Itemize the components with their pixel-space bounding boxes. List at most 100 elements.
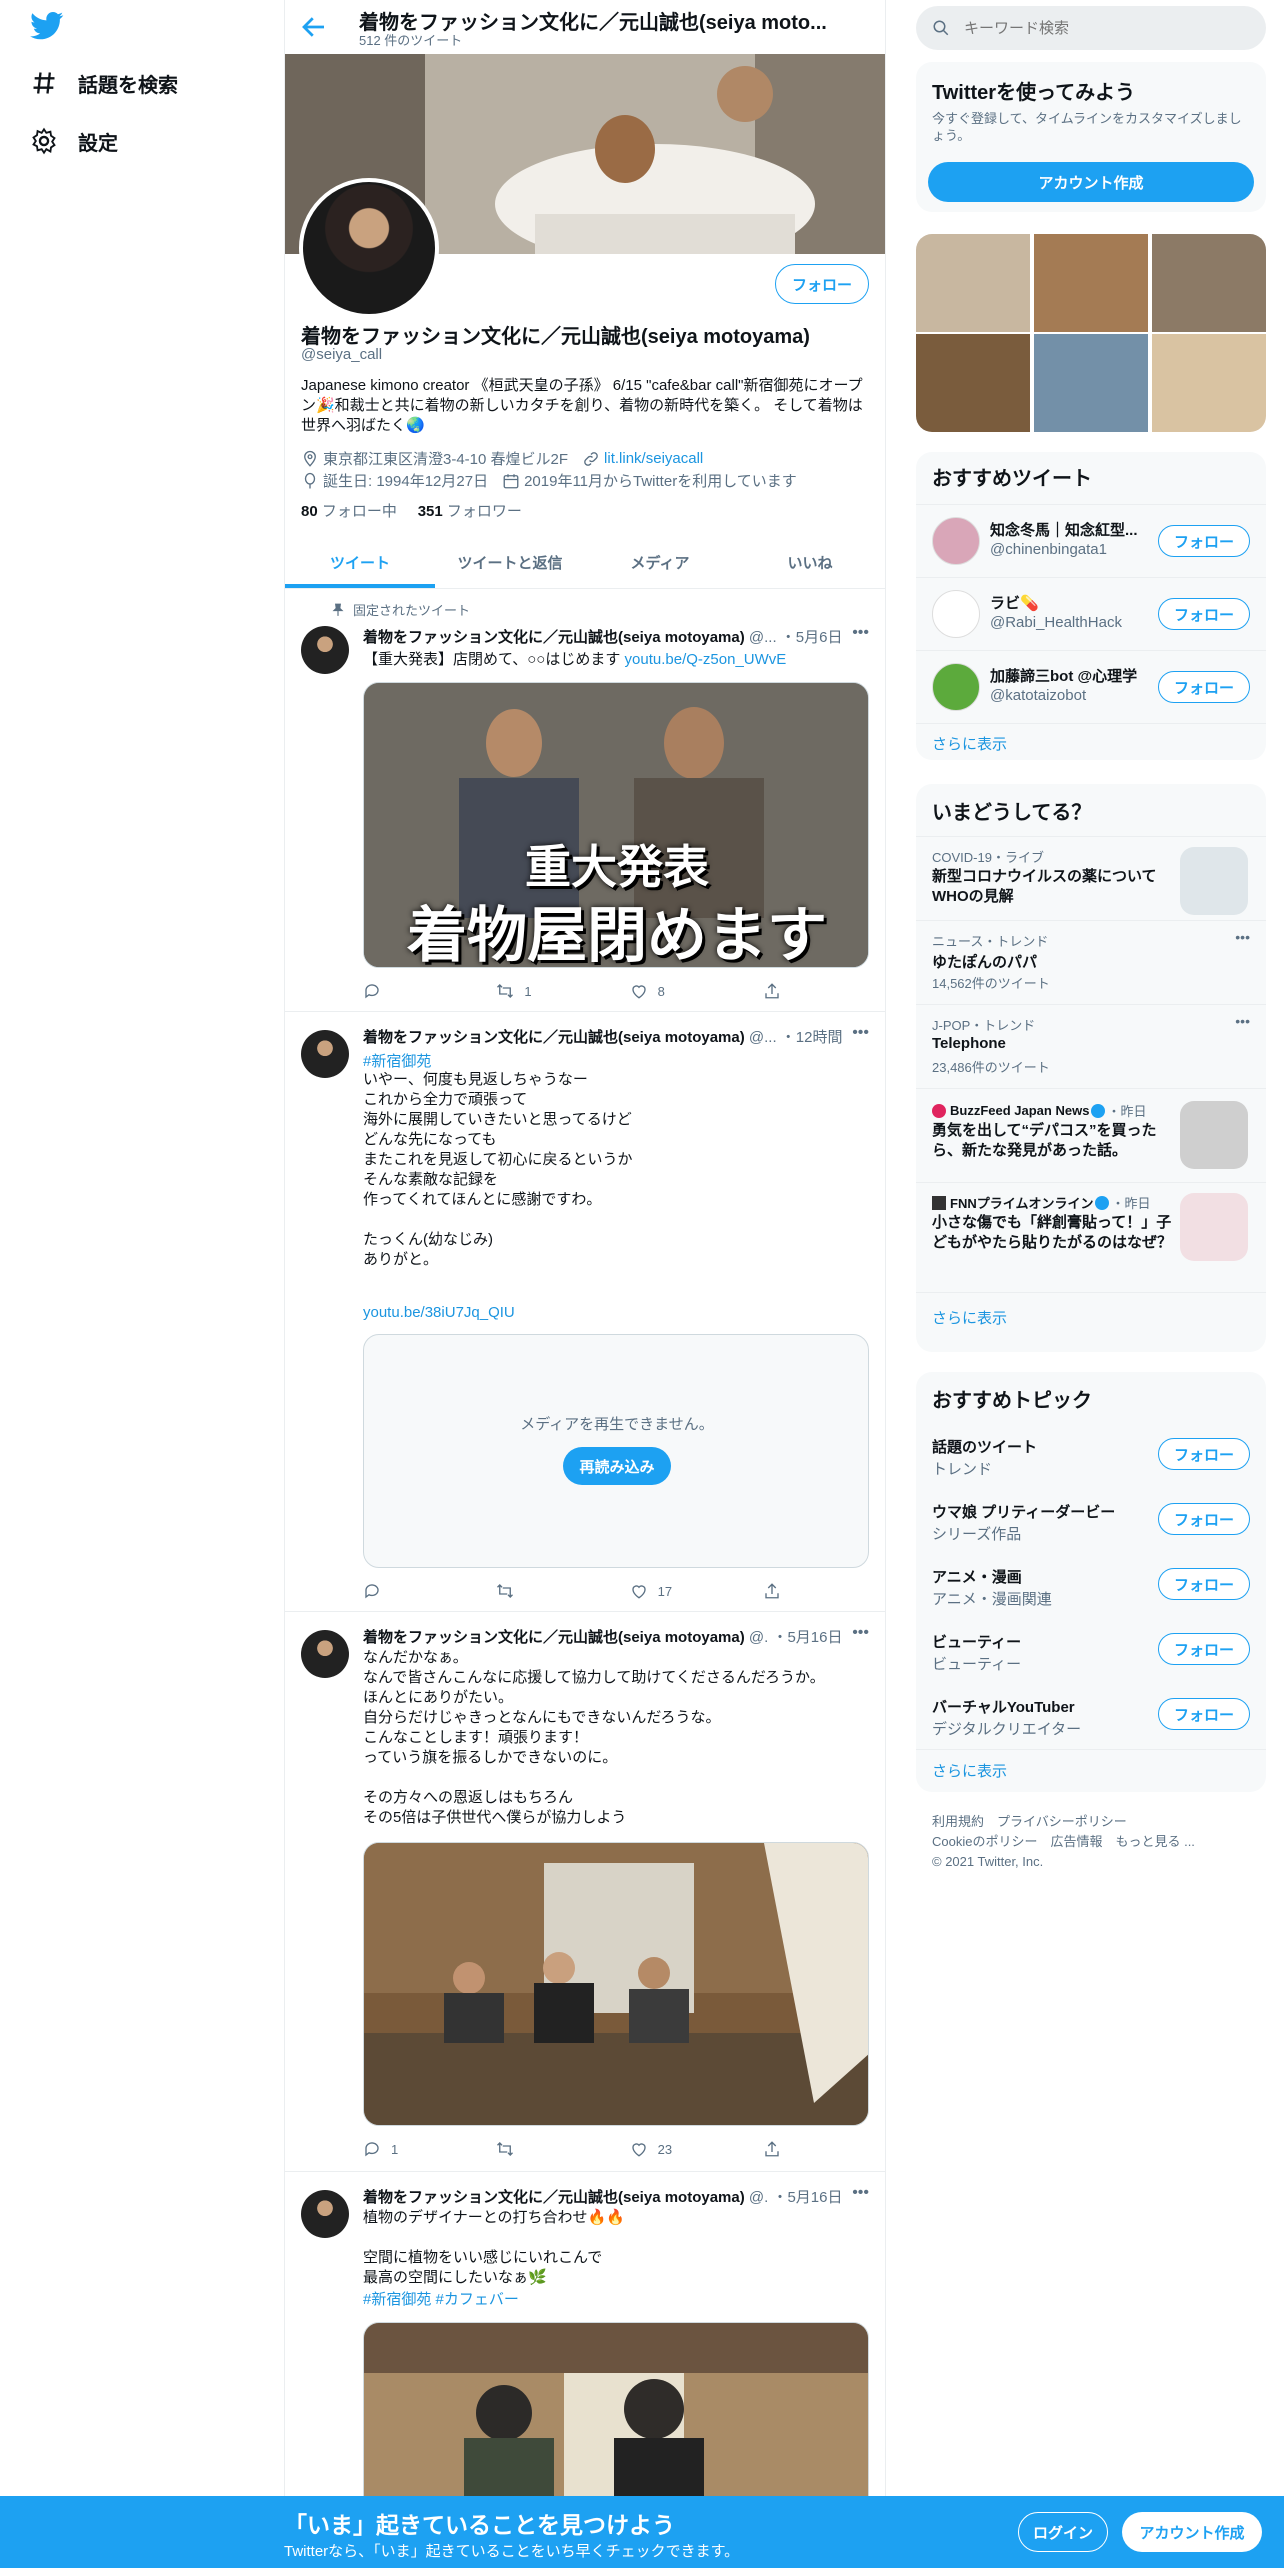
nav-settings[interactable]: 設定: [30, 116, 118, 166]
rec-user-name: 知念冬馬｜知念紅型...: [990, 522, 1138, 539]
share-button[interactable]: [763, 2140, 793, 2158]
tweet-video-thumbnail[interactable]: 重大発表 着物屋閉めます: [363, 682, 869, 968]
tweet-avatar[interactable]: [301, 2190, 349, 2238]
signup-button[interactable]: アカウント作成: [928, 162, 1254, 202]
rec-user-row[interactable]: 知念冬馬｜知念紅型... @chinenbingata1 フォロー: [916, 504, 1266, 577]
footer-line2[interactable]: Cookieのポリシー 広告情報 もっと見る ...: [932, 1832, 1195, 1852]
footer-links: 利用規約 プライバシーポリシー Cookieのポリシー 広告情報 もっと見る .…: [932, 1812, 1195, 1872]
profile-link[interactable]: lit.link/seiyacall: [604, 450, 703, 467]
tweet-avatar[interactable]: [301, 1630, 349, 1678]
follow-button[interactable]: フォロー: [1158, 671, 1250, 703]
more-icon[interactable]: •••: [1235, 1013, 1250, 1029]
retweet-button[interactable]: [496, 2140, 596, 2158]
tweet-photo[interactable]: [363, 1842, 869, 2126]
more-icon[interactable]: •••: [852, 2184, 869, 2202]
show-more-row[interactable]: さらに表示: [916, 1749, 1266, 1792]
tweet-avatar[interactable]: [301, 626, 349, 674]
rec-user-row[interactable]: ラビ💊 @Rabi_HealthHack フォロー: [916, 577, 1266, 650]
tab-likes[interactable]: いいね: [735, 536, 885, 588]
topic-item[interactable]: ビューティー ビューティー フォロー: [916, 1619, 1266, 1684]
follow-button[interactable]: フォロー: [1158, 1698, 1250, 1730]
more-icon[interactable]: •••: [852, 1624, 869, 1642]
tweet-link[interactable]: youtu.be/Q-z5on_UWvE: [625, 651, 787, 668]
tweet[interactable]: 着物をファッション文化に／元山誠也(seiya motoyama) @... ・…: [285, 1012, 885, 1612]
follow-button[interactable]: フォロー: [775, 264, 869, 304]
reply-button[interactable]: [363, 982, 463, 1000]
more-icon[interactable]: •••: [1235, 929, 1250, 945]
like-button[interactable]: 17: [630, 1582, 730, 1600]
share-button[interactable]: [763, 982, 793, 1000]
tweet[interactable]: 着物をファッション文化に／元山誠也(seiya motoyama) @. ・5月…: [285, 2172, 885, 2522]
rec-user-handle: @chinenbingata1: [990, 541, 1107, 558]
share-button[interactable]: [763, 1582, 793, 1600]
location-icon: [304, 450, 316, 467]
retweet-button[interactable]: [496, 1582, 596, 1600]
search-box[interactable]: [916, 6, 1266, 50]
trend-meta: BuzzFeed Japan News ・昨日: [932, 1101, 1146, 1120]
trend-thumbnail: [1180, 1101, 1248, 1169]
media-thumb[interactable]: [1034, 334, 1148, 432]
media-thumb[interactable]: [1152, 334, 1266, 432]
footer-line1[interactable]: 利用規約 プライバシーポリシー: [932, 1812, 1195, 1832]
profile-tabs: ツイート ツイートと返信 メディア いいね: [285, 536, 885, 589]
trend-item[interactable]: COVID-19・ライブ 新型コロナウイルスの薬について WHOの見解: [916, 836, 1266, 920]
media-thumb[interactable]: [1034, 234, 1148, 332]
tweet-header: 着物をファッション文化に／元山誠也(seiya motoyama) @. ・5月…: [363, 1629, 843, 1646]
reply-button[interactable]: [363, 1582, 463, 1600]
trend-item[interactable]: ニュース・トレンド ゆたぽんのパパ 14,562件のツイート •••: [916, 920, 1266, 1004]
follow-button[interactable]: フォロー: [1158, 598, 1250, 630]
media-thumb[interactable]: [916, 334, 1030, 432]
tweet-header: 着物をファッション文化に／元山誠也(seiya motoyama) @... ・…: [363, 629, 843, 646]
reload-button[interactable]: 再読み込み: [563, 1447, 671, 1485]
hashtag-links[interactable]: #新宿御苑 #カフェバー: [363, 2288, 519, 2309]
trend-item[interactable]: FNNプライムオンライン ・昨日 小さな傷でも「絆創膏貼って！」子どもがやたら貼…: [916, 1182, 1266, 1292]
back-arrow-icon[interactable]: [299, 12, 329, 42]
share-icon: [765, 2141, 779, 2157]
trend-item[interactable]: J-POP・トレンド Telephone 23,486件のツイート •••: [916, 1004, 1266, 1088]
tweet-avatar[interactable]: [301, 1030, 349, 1078]
search-input[interactable]: [964, 19, 1234, 37]
trend-item[interactable]: BuzzFeed Japan News ・昨日 勇気を出して“デパコス”を買った…: [916, 1088, 1266, 1182]
tab-tweets[interactable]: ツイート: [285, 536, 435, 588]
tab-media[interactable]: メディア: [585, 536, 735, 588]
login-button[interactable]: ログイン: [1018, 2512, 1108, 2552]
like-button[interactable]: 8: [630, 982, 730, 1000]
topic-item[interactable]: アニメ・漫画 アニメ・漫画関連 フォロー: [916, 1554, 1266, 1619]
show-more-row[interactable]: さらに表示: [916, 723, 1266, 760]
more-icon[interactable]: •••: [852, 1024, 869, 1042]
reply-button[interactable]: 1: [363, 2140, 463, 2158]
follow-button[interactable]: フォロー: [1158, 1633, 1250, 1665]
hashtag-icon: [33, 72, 55, 94]
following-link[interactable]: 80 フォロー中: [301, 503, 397, 520]
show-more-link[interactable]: さらに表示: [932, 733, 1007, 754]
show-more-link[interactable]: さらに表示: [932, 1760, 1007, 1781]
profile-avatar[interactable]: [299, 178, 439, 318]
bottom-signup-button[interactable]: アカウント作成: [1122, 2512, 1262, 2552]
show-more-link[interactable]: さらに表示: [932, 1307, 1007, 1328]
show-more-row[interactable]: さらに表示: [916, 1292, 1266, 1352]
followers-link[interactable]: 351 フォロワー: [418, 503, 522, 520]
tweet-photo[interactable]: [363, 2322, 869, 2522]
retweet-button[interactable]: 1: [496, 982, 596, 1000]
nav-explore[interactable]: 話題を検索: [30, 58, 178, 108]
twitter-logo-icon[interactable]: [30, 12, 64, 40]
retweet-icon: [497, 1584, 514, 1598]
topic-item[interactable]: ウマ娘 プリティーダービー シリーズ作品 フォロー: [916, 1489, 1266, 1554]
like-button[interactable]: 23: [630, 2140, 730, 2158]
follow-button[interactable]: フォロー: [1158, 1438, 1250, 1470]
tweet-count: 512 件のツイート: [359, 33, 463, 48]
follow-button[interactable]: フォロー: [1158, 1503, 1250, 1535]
tweet[interactable]: 固定されたツイート 着物をファッション文化に／元山誠也(seiya motoya…: [285, 590, 885, 1012]
follow-button[interactable]: フォロー: [1158, 525, 1250, 557]
tweet-link[interactable]: youtu.be/38iU7Jq_QIU: [363, 1304, 515, 1321]
tab-tweets-replies[interactable]: ツイートと返信: [435, 536, 585, 588]
rec-user-row[interactable]: 加藤諦三bot @心理学 @katotaizobot フォロー: [916, 650, 1266, 723]
topic-item[interactable]: 話題のツイート トレンド フォロー: [916, 1424, 1266, 1489]
tweet[interactable]: 着物をファッション文化に／元山誠也(seiya motoyama) @. ・5月…: [285, 1612, 885, 2172]
media-thumb[interactable]: [916, 234, 1030, 332]
topic-item[interactable]: バーチャルYouTuber デジタルクリエイター フォロー: [916, 1684, 1266, 1749]
more-icon[interactable]: •••: [852, 624, 869, 642]
follow-button[interactable]: フォロー: [1158, 1568, 1250, 1600]
hashtag-link[interactable]: #新宿御苑: [363, 1050, 431, 1071]
media-thumb[interactable]: [1152, 234, 1266, 332]
